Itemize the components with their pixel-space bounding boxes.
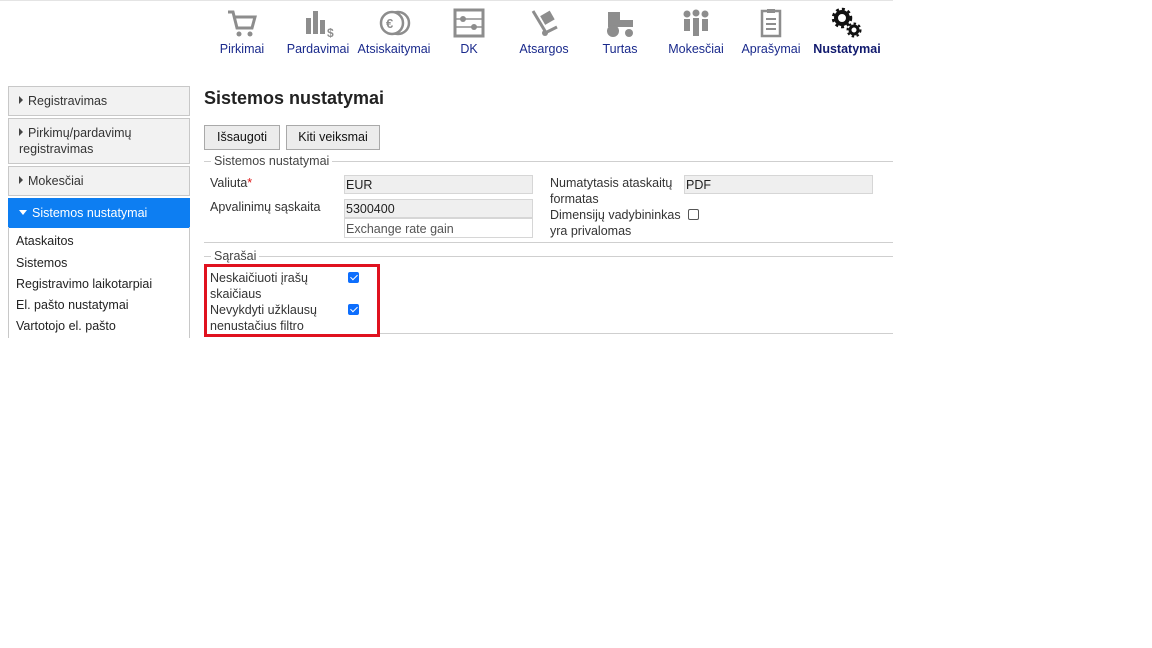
currency-label-text: Valiuta — [210, 176, 248, 190]
highlight-box — [204, 264, 380, 337]
other-actions-button[interactable]: Kiti veiksmai — [286, 125, 380, 150]
tractor-icon — [607, 12, 633, 37]
sales-chart-icon: $ — [306, 11, 334, 40]
nav-label: Aprašymai — [741, 42, 801, 56]
nav-item-atsargos[interactable]: Atsargos — [516, 4, 572, 62]
caret-right-icon — [19, 176, 23, 184]
sidebar-item-label: Mokesčiai — [28, 174, 84, 188]
hand-truck-icon — [531, 10, 558, 36]
save-button[interactable]: Išsaugoti — [204, 125, 280, 150]
shopping-cart-icon — [228, 10, 257, 37]
sidebar-item-label: Sistemos nustatymai — [32, 206, 148, 220]
fieldset-bottom-border — [380, 333, 893, 334]
settings-legend: Sistemos nustatymai — [211, 154, 333, 168]
sidebar-item-registravimas[interactable]: Registravimas — [8, 86, 190, 116]
nav-item-pardavimai[interactable]: $ Pardavimai — [286, 4, 350, 62]
nav-item-turtas[interactable]: Turtas — [594, 4, 646, 62]
dimension-manager-label: Dimensijų vadybininkas yra privalomas — [550, 208, 681, 238]
rounding-account-description: Exchange rate gain — [344, 218, 533, 238]
nav-item-atsiskaitymai[interactable]: € Atsiskaitymai — [356, 4, 432, 62]
submenu-item-el-pasto-nustatymai[interactable]: El. pašto nustatymai — [16, 298, 129, 312]
submenu-item-ataskaitos[interactable]: Ataskaitos — [16, 234, 74, 248]
nav-label: Pardavimai — [286, 42, 350, 56]
gears-icon — [831, 7, 862, 38]
nav-item-nustatymai[interactable]: Nustatymai — [812, 4, 882, 62]
clipboard-icon — [760, 9, 782, 38]
currency-label: Valiuta* — [210, 175, 252, 191]
sidebar-item-mokesciai[interactable]: Mokesčiai — [8, 166, 190, 196]
fieldset-border — [204, 256, 893, 257]
report-format-label: Numatytasis ataskaitų formatas — [550, 176, 673, 206]
sidebar-item-label: Registravimas — [28, 94, 108, 108]
nav-label: DK — [460, 42, 478, 56]
sidebar-item-pirkimu-pardavimu[interactable]: Pirkimų/pardavimų registravimas — [8, 118, 190, 164]
top-border — [0, 0, 893, 1]
lists-legend: Sąrašai — [211, 249, 260, 263]
nav-label: Atsargos — [519, 42, 569, 56]
fieldset-bottom-border — [204, 242, 893, 243]
required-mark: * — [247, 176, 253, 190]
svg-text:$: $ — [327, 26, 334, 40]
dimension-manager-checkbox[interactable] — [688, 209, 699, 220]
nav-label: Turtas — [602, 42, 638, 56]
sidebar-item-label: Pirkimų/pardavimų registravimas — [19, 126, 132, 156]
rounding-account-field[interactable]: 5300400 — [344, 199, 533, 218]
nav-label: Nustatymai — [813, 42, 881, 56]
abacus-icon — [453, 8, 485, 38]
report-format-select[interactable]: PDF — [684, 175, 873, 194]
nav-label: Mokesčiai — [668, 42, 724, 56]
submenu-item-sistemos[interactable]: Sistemos — [16, 256, 67, 270]
nav-item-dk[interactable]: DK — [446, 4, 492, 62]
currency-field[interactable]: EUR — [344, 175, 533, 194]
people-icon — [683, 9, 709, 36]
nav-item-mokesciai[interactable]: Mokesčiai — [666, 4, 726, 62]
sidebar-submenu: Ataskaitos Sistemos Registravimo laikota… — [8, 227, 190, 338]
caret-right-icon — [19, 96, 23, 104]
caret-down-icon — [19, 210, 27, 215]
coins-icon: € — [379, 10, 411, 36]
submenu-item-vartotojo-el-pasto[interactable]: Vartotojo el. pašto — [16, 319, 116, 333]
sidebar-item-sistemos-nustatymai[interactable]: Sistemos nustatymai — [8, 198, 190, 228]
page-title: Sistemos nustatymai — [204, 88, 385, 108]
caret-right-icon — [19, 128, 23, 136]
nav-label: Atsiskaitymai — [357, 42, 431, 56]
rounding-account-label: Apvalinimų sąskaita — [210, 200, 321, 214]
app-window: Pirkimai $ Pardavimai € Atsiskaitymai DK… — [0, 0, 893, 338]
svg-text:€: € — [386, 16, 393, 31]
submenu-item-registravimo-laikotarpiai[interactable]: Registravimo laikotarpiai — [16, 277, 152, 291]
nav-item-pirkimai[interactable]: Pirkimai — [214, 4, 270, 62]
nav-item-aprasymai[interactable]: Aprašymai — [740, 4, 802, 62]
nav-label: Pirkimai — [219, 42, 265, 56]
